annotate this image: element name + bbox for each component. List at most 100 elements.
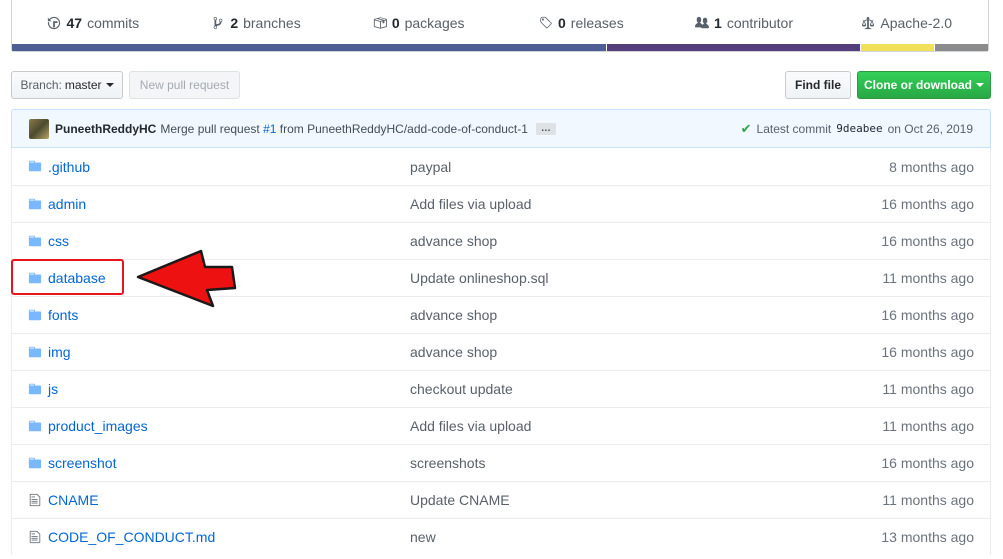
- file-name-link[interactable]: css: [48, 233, 69, 249]
- clone-or-download-button[interactable]: Clone or download: [857, 71, 991, 99]
- commit-message-suffix: from PuneethReddyHC/add-code-of-conduct-…: [279, 121, 528, 136]
- releases-count: 0: [557, 15, 566, 31]
- commit-author-link[interactable]: PuneethReddyHC: [55, 122, 156, 136]
- file-commit-message-link[interactable]: screenshots: [410, 455, 485, 471]
- language-segment[interactable]: [859, 44, 934, 51]
- latest-commit-info: ✔ Latest commit 9deabee on Oct 26, 2019: [741, 121, 973, 137]
- file-age: 8 months ago: [889, 158, 974, 175]
- folder-icon: [28, 383, 42, 395]
- file-name-link[interactable]: admin: [48, 196, 86, 212]
- packages-link[interactable]: 0 packages: [337, 15, 500, 31]
- red-arrow-icon: [136, 249, 237, 308]
- folder-icon: [28, 457, 42, 469]
- commit-sha-link[interactable]: 9deabee: [836, 122, 882, 135]
- file-commit-message-link[interactable]: advance shop: [410, 344, 497, 360]
- package-icon: [373, 17, 387, 29]
- file-icon: [29, 493, 41, 507]
- file-age: 16 months ago: [881, 344, 974, 360]
- file-row: CNAME Update CNAME 11 months ago: [12, 481, 990, 518]
- commit-date: on Oct 26, 2019: [887, 121, 973, 136]
- file-name-link[interactable]: js: [48, 381, 58, 397]
- file-commit-message-link[interactable]: Add files via upload: [410, 196, 531, 212]
- file-commit-message-link[interactable]: Add files via upload: [410, 418, 531, 434]
- file-age: 11 months ago: [882, 418, 974, 434]
- file-icon: [29, 530, 41, 544]
- file-age: 16 months ago: [881, 233, 974, 249]
- file-name-link[interactable]: CNAME: [48, 492, 99, 508]
- file-row: screenshot screenshots 16 months ago: [12, 444, 990, 481]
- check-icon[interactable]: ✔: [741, 121, 752, 137]
- clone-label: Clone or download: [864, 78, 972, 92]
- commit-message-prefix: Merge pull request: [160, 121, 260, 136]
- expand-commit-message-button[interactable]: …: [535, 122, 556, 135]
- tag-icon: [540, 16, 552, 29]
- highlight-box: [11, 259, 124, 295]
- avatar[interactable]: [29, 118, 49, 139]
- license-label: Apache-2.0: [880, 15, 952, 31]
- file-commit-message-link[interactable]: Update CNAME: [410, 492, 510, 508]
- folder-icon: [28, 309, 42, 321]
- file-age: 16 months ago: [881, 196, 974, 212]
- branch-select-button[interactable]: Branch: master: [11, 71, 123, 99]
- commits-count: 47: [66, 15, 83, 31]
- new-pull-request-label: New pull request: [139, 78, 230, 92]
- contributors-label: contributor: [726, 15, 793, 31]
- file-name-link[interactable]: product_images: [48, 418, 148, 434]
- file-age: 13 months ago: [881, 529, 974, 545]
- file-row: .github paypal 8 months ago: [12, 148, 990, 185]
- repo-summary: 47 commits 2 branches 0 packages 0 relea…: [11, 0, 989, 52]
- pull-request-link[interactable]: #1: [263, 122, 276, 136]
- folder-icon: [28, 420, 42, 432]
- commits-label: commits: [87, 15, 140, 31]
- commit-message[interactable]: Merge pull request #1 from PuneethReddyH…: [160, 122, 528, 136]
- file-name-link[interactable]: img: [48, 344, 71, 360]
- language-bar[interactable]: [12, 44, 989, 51]
- language-segment[interactable]: [933, 44, 989, 51]
- branches-link[interactable]: 2 branches: [175, 15, 338, 31]
- branch-prefix: Branch:: [20, 78, 62, 92]
- contributors-link[interactable]: 1 contributor: [663, 15, 826, 31]
- find-file-button[interactable]: Find file: [785, 71, 851, 99]
- file-row: CODE_OF_CONDUCT.md new 13 months ago: [12, 518, 990, 555]
- new-pull-request-button[interactable]: New pull request: [129, 71, 240, 99]
- branch-name: master: [64, 78, 102, 92]
- file-commit-message-link[interactable]: Update onlineshop.sql: [410, 270, 549, 286]
- releases-link[interactable]: 0 releases: [500, 15, 663, 31]
- history-icon: [48, 16, 61, 30]
- file-age: 11 months ago: [882, 492, 974, 508]
- commits-link[interactable]: 47 commits: [12, 15, 175, 31]
- packages-count: 0: [391, 15, 400, 31]
- contributors-count: 1: [714, 15, 722, 31]
- folder-icon: [28, 160, 42, 172]
- file-age: 11 months ago: [882, 270, 974, 286]
- license-link[interactable]: Apache-2.0: [825, 15, 988, 31]
- file-name-link[interactable]: fonts: [48, 307, 78, 323]
- law-icon: [862, 16, 875, 30]
- file-commit-message-link[interactable]: new: [410, 529, 436, 545]
- file-commit-message-link[interactable]: checkout update: [410, 381, 513, 397]
- folder-icon: [28, 235, 42, 247]
- file-age: 16 months ago: [881, 307, 974, 323]
- git-branch-icon: [213, 16, 223, 30]
- folder-icon: [28, 198, 42, 210]
- file-name-link[interactable]: CODE_OF_CONDUCT.md: [48, 529, 215, 545]
- file-row: js checkout update 11 months ago: [12, 370, 990, 407]
- file-commit-message-link[interactable]: paypal: [410, 159, 451, 175]
- file-row: product_images Add files via upload 11 mon…: [12, 407, 990, 444]
- file-age: 11 months ago: [882, 381, 974, 397]
- file-row: img advance shop 16 months ago: [12, 333, 990, 370]
- branches-count: 2: [230, 15, 239, 31]
- caret-down-icon: [976, 83, 984, 87]
- file-commit-message-link[interactable]: advance shop: [410, 233, 497, 249]
- file-list: .github paypal 8 months ago admin Add files …: [11, 148, 991, 555]
- caret-down-icon: [105, 83, 114, 87]
- file-name-link[interactable]: .github: [48, 159, 90, 175]
- language-segment[interactable]: [605, 44, 860, 51]
- file-commit-message-link[interactable]: advance shop: [410, 307, 497, 323]
- file-name-link[interactable]: screenshot: [48, 455, 116, 471]
- folder-icon: [28, 346, 42, 358]
- language-segment[interactable]: [12, 44, 606, 51]
- latest-commit-bar: PuneethReddyHC Merge pull request #1 fro…: [11, 109, 991, 148]
- releases-label: releases: [570, 15, 624, 31]
- packages-label: packages: [404, 15, 465, 31]
